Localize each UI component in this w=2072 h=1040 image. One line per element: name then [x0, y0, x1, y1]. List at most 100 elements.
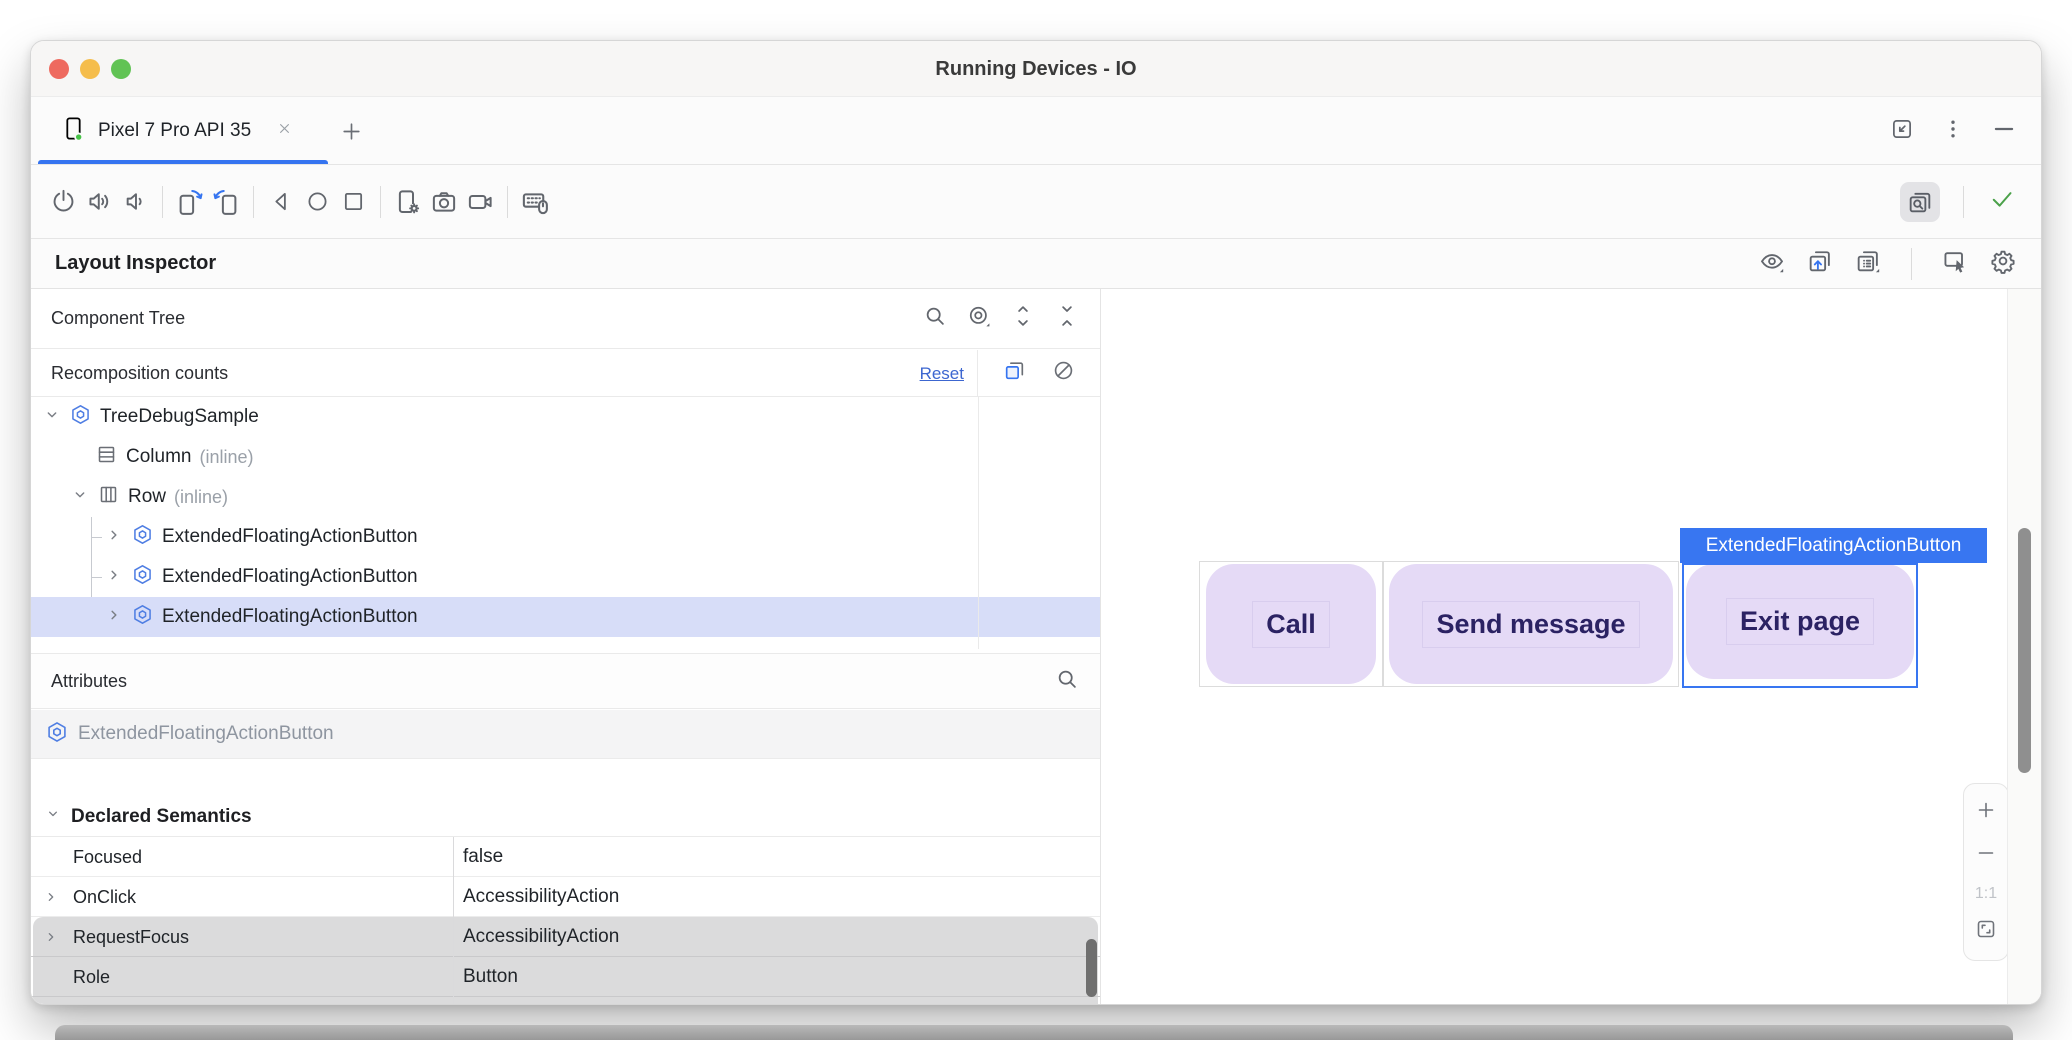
- zoom-out-icon[interactable]: [1974, 841, 1998, 870]
- screen-record-icon[interactable]: [462, 180, 498, 224]
- component-tree-actions: [922, 303, 1080, 334]
- tree-row-row[interactable]: Row (inline): [31, 477, 1100, 517]
- more-options-icon[interactable]: [1941, 117, 1965, 146]
- rotate-right-icon[interactable]: [208, 180, 244, 224]
- attr-row-role[interactable]: Role Button: [31, 957, 1100, 997]
- attributes-title: Attributes: [51, 671, 127, 692]
- chevron-right-icon[interactable]: [41, 887, 61, 912]
- search-icon[interactable]: [922, 303, 948, 334]
- recomposition-actions: [977, 350, 1100, 396]
- device-scrollbar-thumb[interactable]: [2018, 528, 2031, 773]
- desktop-background: Running Devices - IO Pixel 7 Pro API 35: [0, 0, 2072, 1040]
- tab-bar: Pixel 7 Pro API 35: [31, 97, 2041, 165]
- fab-call-label: Call: [1252, 601, 1330, 648]
- home-icon[interactable]: [299, 180, 335, 224]
- tree-row-fab-2[interactable]: ExtendedFloatingActionButton: [31, 557, 1100, 597]
- reset-counts-link[interactable]: Reset: [920, 350, 964, 397]
- component-tree-title: Component Tree: [51, 308, 185, 329]
- tree-row-fab-1[interactable]: ExtendedFloatingActionButton: [31, 517, 1100, 557]
- collapse-all-icon[interactable]: [1054, 303, 1080, 334]
- search-icon[interactable]: [1054, 666, 1080, 697]
- attr-value: AccessibilityAction: [463, 877, 619, 917]
- device-tab[interactable]: Pixel 7 Pro API 35: [38, 97, 328, 165]
- counts-column-divider: [978, 397, 979, 649]
- tabbar-actions: [1889, 97, 2017, 165]
- view-options-icon[interactable]: [966, 303, 992, 334]
- attr-row-focused[interactable]: Focused false: [31, 837, 1100, 877]
- rotate-left-icon[interactable]: [172, 180, 208, 224]
- chevron-down-icon[interactable]: [69, 484, 91, 511]
- expand-all-icon[interactable]: [1010, 303, 1036, 334]
- layout-inspector-header: Layout Inspector: [31, 239, 2041, 289]
- new-tab-button[interactable]: [331, 111, 371, 151]
- power-icon[interactable]: [45, 180, 81, 224]
- active-tab-indicator: [38, 160, 328, 164]
- actual-size-button[interactable]: 1:1: [1975, 885, 1997, 903]
- declared-semantics-title: Declared Semantics: [71, 806, 252, 828]
- left-panel-scrollbar[interactable]: [1086, 939, 1097, 997]
- chevron-down-icon[interactable]: [43, 804, 63, 829]
- device-tab-label: Pixel 7 Pro API 35: [98, 120, 251, 142]
- window-title: Running Devices - IO: [31, 41, 2041, 97]
- device-settings-icon[interactable]: [390, 180, 426, 224]
- component-tree: TreeDebugSample Column (inline): [31, 397, 1100, 637]
- chevron-right-icon[interactable]: [41, 927, 61, 952]
- tree-row-fab-3-selected[interactable]: ExtendedFloatingActionButton: [31, 597, 1100, 637]
- zoom-controls: 1:1: [1963, 783, 2009, 961]
- tree-node-label: Row: [128, 486, 166, 508]
- attr-row-requestfocus[interactable]: RequestFocus AccessibilityAction: [31, 917, 1100, 957]
- zoom-in-icon[interactable]: [1974, 798, 1998, 827]
- layout-inspector-actions: [1758, 247, 2017, 280]
- tree-node-label: ExtendedFloatingActionButton: [162, 526, 418, 548]
- hide-icon[interactable]: [1991, 116, 2017, 147]
- highlight-recomposition-icon[interactable]: [1002, 358, 1027, 388]
- fab-call[interactable]: Call: [1206, 564, 1376, 684]
- layers-list-icon[interactable]: [1854, 247, 1882, 280]
- volume-down-icon[interactable]: [117, 180, 153, 224]
- tree-row-column[interactable]: Column (inline): [31, 437, 1100, 477]
- attributes-column-divider: [453, 837, 454, 1004]
- tree-row-treedebugsample[interactable]: TreeDebugSample: [31, 397, 1100, 437]
- eye-options-icon[interactable]: [1758, 247, 1786, 280]
- tree-node-label: ExtendedFloatingActionButton: [162, 606, 418, 628]
- tree-node-label: ExtendedFloatingActionButton: [162, 566, 418, 588]
- toolbar-separator: [253, 186, 254, 218]
- chevron-right-icon[interactable]: [103, 604, 125, 631]
- hardware-input-icon[interactable]: [517, 180, 553, 224]
- screenshot-icon[interactable]: [426, 180, 462, 224]
- overview-icon[interactable]: [335, 180, 371, 224]
- compose-node-icon: [69, 403, 92, 431]
- selected-component-row: ExtendedFloatingActionButton: [31, 710, 1100, 759]
- selection-tooltip: ExtendedFloatingActionButton: [1680, 528, 1987, 563]
- volume-up-icon[interactable]: [81, 180, 117, 224]
- disable-counts-icon[interactable]: [1051, 358, 1076, 388]
- back-icon[interactable]: [263, 180, 299, 224]
- toolbar-separator: [507, 186, 508, 218]
- declared-semantics-header[interactable]: Declared Semantics: [31, 797, 1100, 837]
- select-component-icon[interactable]: [1941, 247, 1969, 280]
- chevron-down-icon[interactable]: [41, 404, 63, 431]
- selected-component-label: ExtendedFloatingActionButton: [78, 723, 334, 745]
- recomposition-counts-label: Recomposition counts: [51, 350, 228, 397]
- chevron-right-icon[interactable]: [103, 564, 125, 591]
- fab-send-message-label: Send message: [1422, 601, 1639, 648]
- component-tree-header: Component Tree: [31, 289, 1100, 349]
- attr-row-onclick[interactable]: OnClick AccessibilityAction: [31, 877, 1100, 917]
- compose-node-icon: [131, 563, 154, 591]
- compose-node-icon: [45, 720, 69, 749]
- tree-node-label: Column: [126, 446, 191, 468]
- settings-gear-icon[interactable]: [1989, 247, 2017, 280]
- toolbar-separator: [1911, 248, 1912, 280]
- close-tab-icon[interactable]: [276, 120, 293, 142]
- chevron-right-icon[interactable]: [103, 524, 125, 551]
- fit-screen-icon[interactable]: [1974, 917, 1998, 946]
- apply-check-icon[interactable]: [1987, 184, 2017, 219]
- restore-window-icon[interactable]: [1889, 116, 1915, 147]
- fab-send-message[interactable]: Send message: [1389, 564, 1673, 684]
- attr-key: RequestFocus: [73, 917, 189, 957]
- layout-inspector-toggle-icon[interactable]: [1900, 182, 1940, 222]
- attr-value: false: [463, 837, 503, 877]
- attr-value: Button: [463, 957, 518, 997]
- export-snapshot-icon[interactable]: [1806, 247, 1834, 280]
- layout-inspector-title: Layout Inspector: [55, 252, 216, 275]
